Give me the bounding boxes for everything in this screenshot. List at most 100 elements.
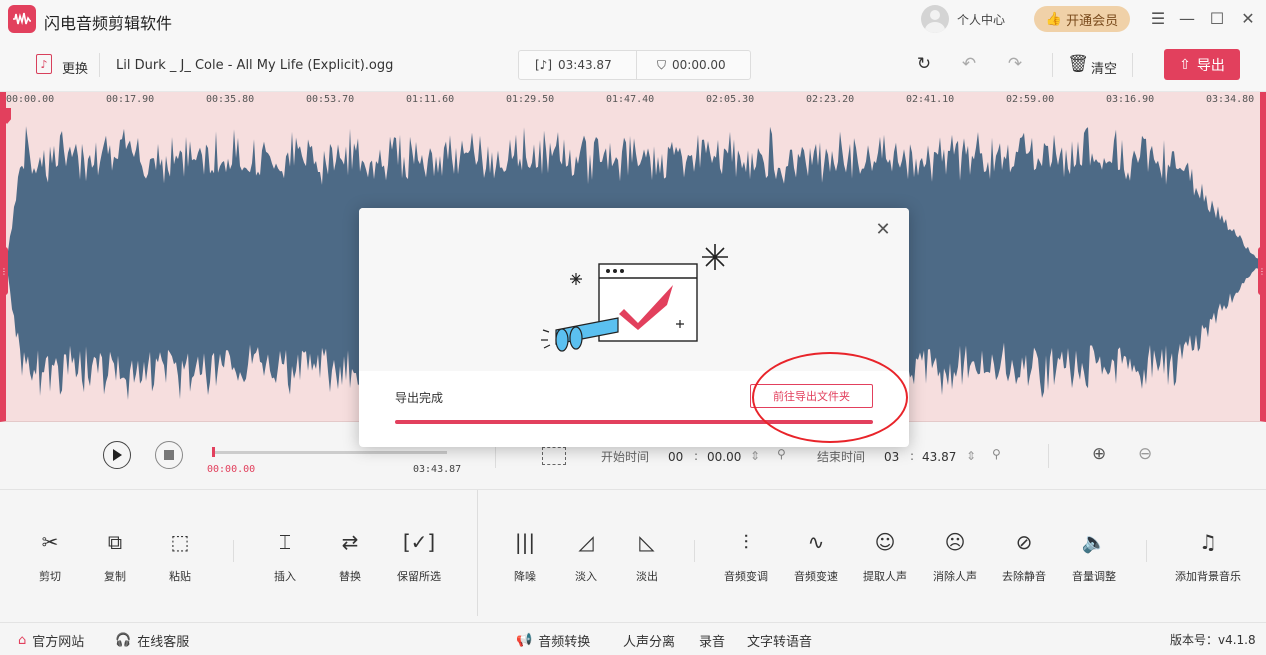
paste-icon: ⬚ [170,530,190,554]
current-time: 00:00.00 [207,464,256,475]
export-done-label: 导出完成 [395,391,444,405]
tool-label: 粘贴 [169,570,191,583]
colon-sep: : [910,449,915,463]
tool-insert[interactable]: ⌶ 插入 [253,528,317,584]
start-time-label: 开始时间 [601,450,650,464]
time-display: [♪] 03:43.87 ⛉ 00:00.00 [518,50,751,80]
ruler-tick: 00:00.00 [6,94,55,105]
menu-icon[interactable]: ☰ [1146,6,1170,30]
divider [233,540,234,562]
reset-icon[interactable]: ↻ [912,52,936,76]
user-avatar[interactable] [921,5,949,33]
record-link[interactable]: 录音 [699,631,725,650]
right-trim-handle[interactable]: ⋮ [1258,247,1266,295]
insert-icon: ⌶ [279,530,291,554]
convert-link[interactable]: 📢 音频转换 [516,631,590,650]
ruler-tick: 01:47.40 [606,94,655,105]
convert-label: 音频转换 [538,635,591,650]
trash-icon[interactable]: 🗑 [1066,52,1090,76]
website-label: 官方网站 [32,635,85,650]
tool-extract-vocal[interactable]: ☺ 提取人声 [853,528,917,584]
vip-button[interactable]: 👍 开通会员 [1034,6,1130,32]
tool-remove-vocal[interactable]: ☹ 消除人声 [923,528,987,584]
user-center-link[interactable]: 个人中心 [957,11,1005,28]
tool-label: 音量调整 [1072,570,1116,583]
upload-icon: ⇧ [1179,56,1191,73]
play-button[interactable] [103,441,131,469]
redo-icon[interactable]: ↷ [1003,52,1027,76]
tool-replace[interactable]: ⇄ 替换 [318,528,382,584]
tool-denoise[interactable]: ||| 降噪 [493,528,557,584]
voice-icon: ☺ [874,530,896,554]
tool-label: 消除人声 [933,570,977,583]
tool-label: 替换 [339,570,361,583]
tool-cut[interactable]: ✂ 剪切 [18,528,82,584]
tool-label: 保留所选 [397,570,441,583]
export-button[interactable]: ⇧ 导出 [1164,49,1240,80]
thumb-icon: 👍 [1045,11,1063,27]
start-pin-icon[interactable]: ⚲ [777,447,786,461]
progress-knob[interactable] [212,447,215,457]
service-link[interactable]: 🎧 在线客服 [115,631,189,650]
divider [1146,540,1147,562]
highlight-annotation [752,352,908,443]
ruler-tick: 01:11.60 [406,94,455,105]
website-link[interactable]: ⌂ 官方网站 [18,631,84,650]
tool-label: 剪切 [39,570,61,583]
tool-label: 淡入 [575,570,597,583]
export-success-illustration [541,244,728,352]
start-spinner-icon[interactable]: ⇕ [750,449,760,463]
start-second-input[interactable]: 00.00 [707,450,741,464]
tool-remove-silence[interactable]: ⊘ 去除静音 [992,528,1056,584]
tts-link[interactable]: 文字转语音 [747,631,812,650]
music-file-icon[interactable]: ♪ [36,54,52,74]
zoom-in-icon[interactable]: ⊕ [1092,444,1106,464]
ruler-tick: 02:23.20 [806,94,855,105]
select-region-icon[interactable] [542,447,566,465]
close-icon[interactable]: ✕ [1236,6,1260,30]
tool-bg-music[interactable]: ♫ 添加背景音乐 [1175,528,1241,584]
clear-button[interactable]: 清空 [1091,58,1117,77]
end-second-input[interactable]: 43.87 [922,450,956,464]
zoom-out-icon[interactable]: ⊖ [1138,444,1152,464]
scissors-icon: ✂ [41,530,59,554]
ruler-tick: 03:16.90 [1106,94,1155,105]
end-minute-input[interactable]: 03 [884,450,899,464]
time-ruler[interactable]: 00:00.00 00:17.90 00:35.80 00:53.70 01:1… [0,92,1266,108]
minimize-icon[interactable]: — [1175,6,1199,30]
tool-label: 提取人声 [863,570,907,583]
stop-button[interactable] [155,441,183,469]
tool-volume[interactable]: 🔈 音量调整 [1062,528,1126,584]
ruler-tick: 03:34.80 [1206,94,1255,105]
divider [1052,53,1053,77]
ruler-tick: 00:35.80 [206,94,255,105]
separate-link[interactable]: 人声分离 [623,631,675,650]
undo-icon[interactable]: ↶ [957,52,981,76]
tool-fade-out[interactable]: ◺ 淡出 [615,528,679,584]
tool-panel: ✂ 剪切 ⧉ 复制 ⬚ 粘贴 ⌶ 插入 ⇄ 替换 [✓] 保留所选 ||| 降噪 ◿ 淡入 ◺ 淡… [0,490,1266,616]
service-label: 在线客服 [137,635,190,650]
dialog-close-icon[interactable]: ✕ [874,221,892,239]
end-pin-icon[interactable]: ⚲ [992,447,1001,461]
left-trim-handle[interactable]: ⋮ [0,247,8,295]
tool-label: 去除静音 [1002,570,1046,583]
maximize-icon[interactable]: ☐ [1205,6,1229,30]
start-minute-input[interactable]: 00 [668,450,683,464]
copy-icon: ⧉ [107,530,123,554]
total-time: 03:43.87 [413,464,462,475]
tool-speed[interactable]: ∿ 音频变速 [784,528,848,584]
tool-copy[interactable]: ⧉ 复制 [83,528,147,584]
headset-icon: 🎧 [115,633,132,648]
ruler-tick: 01:29.50 [506,94,555,105]
tool-fade-in[interactable]: ◿ 淡入 [554,528,618,584]
duration-value: 03:43.87 [558,58,612,72]
end-spinner-icon[interactable]: ⇕ [966,449,976,463]
tool-paste[interactable]: ⬚ 粘贴 [148,528,212,584]
tool-keep-selection[interactable]: [✓] 保留所选 [387,528,451,584]
end-time-label: 结束时间 [817,450,866,464]
playback-progress[interactable] [213,451,447,454]
tool-pitch[interactable]: ⫶ 音频变调 [714,528,778,584]
change-file-button[interactable]: 更换 [62,58,88,77]
file-toolbar: ♪ 更换 Lil Durk _ J_ Cole - All My Life (E… [0,38,1266,92]
replace-icon: ⇄ [341,530,359,554]
